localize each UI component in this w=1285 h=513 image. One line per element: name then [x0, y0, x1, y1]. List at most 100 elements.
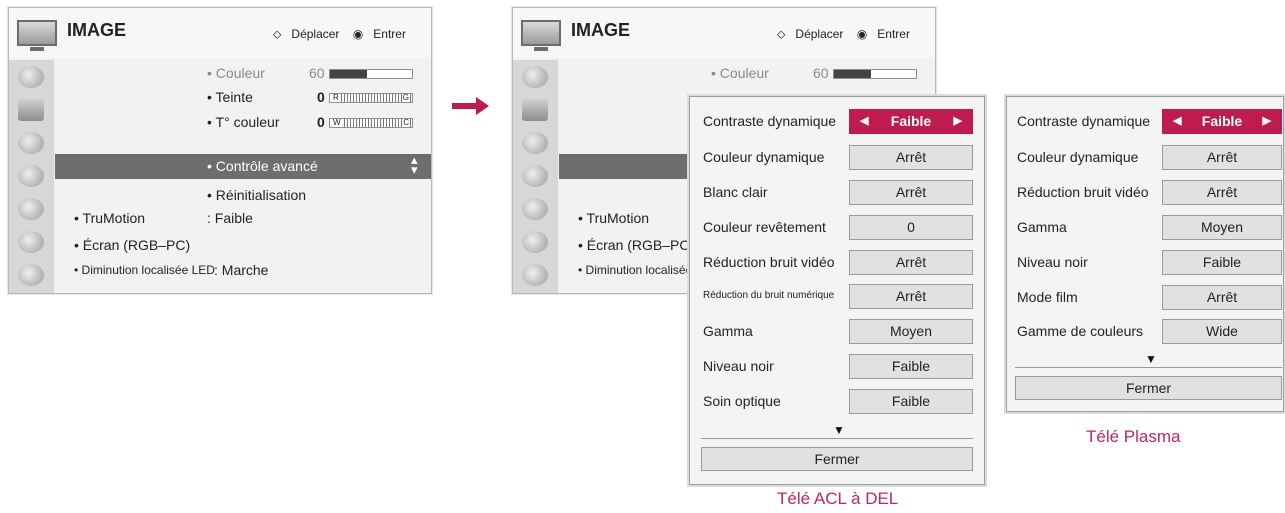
- t-couleur-slider: W C: [329, 118, 413, 128]
- lock-icon[interactable]: [18, 198, 44, 220]
- acl-label-4: Réduction bruit vidéo: [703, 254, 835, 270]
- menu-item-reinitialisation[interactable]: • Réinitialisation: [207, 187, 306, 203]
- enter-icon: ◉: [352, 27, 364, 41]
- menu-item-trumotion[interactable]: • TruMotion: [74, 210, 145, 226]
- plasma-label-1: Couleur dynamique: [1017, 149, 1139, 165]
- popup-divider: [701, 438, 973, 439]
- plasma-label-2: Réduction bruit vidéo: [1017, 184, 1149, 200]
- plasma-value-2[interactable]: Arrêt: [1162, 180, 1282, 205]
- menu-item-t-couleur[interactable]: • T° couleur: [207, 114, 280, 130]
- menu-item-controle-avance[interactable]: • Contrôle avancé: [207, 158, 318, 174]
- arrow-left-icon[interactable]: ◀: [860, 110, 868, 133]
- plasma-value-3[interactable]: Moyen: [1162, 215, 1282, 240]
- arrow-right-icon[interactable]: ▶: [954, 110, 962, 133]
- acl-value-3[interactable]: 0: [849, 215, 973, 240]
- acl-label-3: Couleur revêtement: [703, 219, 826, 235]
- hint-enter: Entrer: [373, 27, 406, 41]
- acl-value-0-text: Faible: [890, 113, 932, 129]
- menu-item-couleur[interactable]: • Couleur: [207, 65, 265, 81]
- nav-hint: ⬦ Déplacer ◉ Entrer: [273, 27, 416, 42]
- plasma-value-0[interactable]: ◀ Faible ▶: [1162, 109, 1282, 134]
- lock-icon[interactable]: [522, 198, 548, 220]
- menu-header: IMAGE ⬦ Déplacer ◉ Entrer: [9, 8, 431, 58]
- menu-title: IMAGE: [67, 20, 127, 40]
- tv-icon: [521, 20, 561, 51]
- plasma-value-5[interactable]: Arrêt: [1162, 285, 1282, 310]
- teinte-value: 0: [317, 89, 325, 105]
- image-menu-left: IMAGE ⬦ Déplacer ◉ Entrer • Couleur 60 • T…: [8, 7, 432, 294]
- couleur-bar-2: [833, 69, 917, 79]
- plasma-value-1[interactable]: Arrêt: [1162, 145, 1282, 170]
- globe-icon[interactable]: [522, 264, 548, 286]
- acl-value-0[interactable]: ◀ Faible ▶: [849, 109, 973, 134]
- tv-icon[interactable]: [18, 99, 44, 121]
- teinte-left: R: [332, 93, 340, 102]
- t-couleur-value: 0: [317, 114, 325, 130]
- menu-item-teinte[interactable]: • Teinte: [207, 89, 253, 105]
- couleur-value: 60: [309, 65, 325, 81]
- plasma-value-6[interactable]: Wide: [1162, 319, 1282, 344]
- category-sidebar-2: [513, 60, 558, 293]
- acl-label-7: Niveau noir: [703, 358, 774, 374]
- category-sidebar: [9, 60, 54, 293]
- caption-acl: Télé ACL à DEL: [777, 489, 899, 508]
- tv-icon[interactable]: [522, 99, 548, 121]
- plasma-label-0: Contraste dynamique: [1017, 113, 1151, 129]
- acl-label-0: Contraste dynamique: [703, 113, 837, 129]
- globe-icon[interactable]: [18, 264, 44, 286]
- menu-item-diminution[interactable]: • Diminution localisée LED: [74, 263, 215, 277]
- acl-value-7[interactable]: Faible: [849, 354, 973, 379]
- plasma-label-6: Gamme de couleurs: [1017, 323, 1144, 339]
- plasma-value-4[interactable]: Faible: [1162, 250, 1282, 275]
- acl-value-2[interactable]: Arrêt: [849, 180, 973, 205]
- image-icon[interactable]: [522, 66, 548, 88]
- arrow-right-icon: [452, 97, 489, 115]
- hint-move: Déplacer: [291, 27, 340, 41]
- acl-value-5[interactable]: Arrêt: [849, 284, 973, 309]
- menu-item-couleur-2[interactable]: • Couleur: [711, 65, 769, 81]
- acl-value-1[interactable]: Arrêt: [849, 145, 973, 170]
- image-icon[interactable]: [18, 66, 44, 88]
- clock-icon[interactable]: [18, 165, 44, 187]
- close-button-plasma[interactable]: Fermer: [1015, 376, 1282, 400]
- arrow-left-icon[interactable]: ◀: [1173, 110, 1181, 133]
- diminution-value: : Marche: [214, 262, 269, 278]
- advanced-popup-acl: Contraste dynamique ◀ Faible ▶ Couleur d…: [689, 96, 985, 485]
- acl-value-8[interactable]: Faible: [849, 389, 973, 414]
- hint-move-2: Déplacer: [795, 27, 844, 41]
- close-button-acl[interactable]: Fermer: [701, 447, 973, 471]
- enter-icon: ◉: [856, 27, 868, 41]
- menu-item-ecran[interactable]: • Écran (RGB–PC): [74, 237, 190, 253]
- arrow-right-icon[interactable]: ▶: [1263, 110, 1271, 133]
- hint-enter-2: Entrer: [877, 27, 910, 41]
- acl-value-4[interactable]: Arrêt: [849, 250, 973, 275]
- menu-header-2: IMAGE ⬦ Déplacer ◉ Entrer: [513, 8, 935, 58]
- move-icon: ⬦: [777, 27, 786, 41]
- popup-divider: [1015, 367, 1282, 368]
- t-couleur-right: C: [402, 118, 410, 127]
- menu-item-trumotion-2[interactable]: • TruMotion: [578, 210, 649, 226]
- input-icon[interactable]: [522, 231, 548, 253]
- menu-item-ecran-2[interactable]: • Écran (RGB–PC): [578, 237, 694, 253]
- move-icon: ⬦: [273, 27, 282, 41]
- couleur-bar: [329, 69, 413, 79]
- acl-label-8: Soin optique: [703, 393, 781, 409]
- nav-hint-2: ⬦ Déplacer ◉ Entrer: [777, 27, 920, 42]
- plasma-label-5: Mode film: [1017, 289, 1078, 305]
- acl-label-1: Couleur dynamique: [703, 149, 825, 165]
- scroll-down-icon[interactable]: ▼: [833, 423, 845, 437]
- advanced-popup-plasma: Contraste dynamique ◀ Faible ▶ Couleur d…: [1006, 96, 1284, 412]
- clock-icon[interactable]: [522, 165, 548, 187]
- scroll-down-icon[interactable]: ▼: [1145, 352, 1157, 366]
- menu-title-2: IMAGE: [571, 20, 631, 40]
- speaker-icon[interactable]: [522, 132, 548, 154]
- updown-icon: ▴ ▾: [411, 152, 418, 177]
- tv-icon: [17, 20, 57, 51]
- trumotion-value: : Faible: [207, 210, 253, 226]
- plasma-value-0-text: Faible: [1201, 113, 1243, 129]
- teinte-right: G: [401, 93, 410, 102]
- acl-value-6[interactable]: Moyen: [849, 319, 973, 344]
- input-icon[interactable]: [18, 231, 44, 253]
- caption-plasma: Télé Plasma: [1086, 427, 1181, 446]
- speaker-icon[interactable]: [18, 132, 44, 154]
